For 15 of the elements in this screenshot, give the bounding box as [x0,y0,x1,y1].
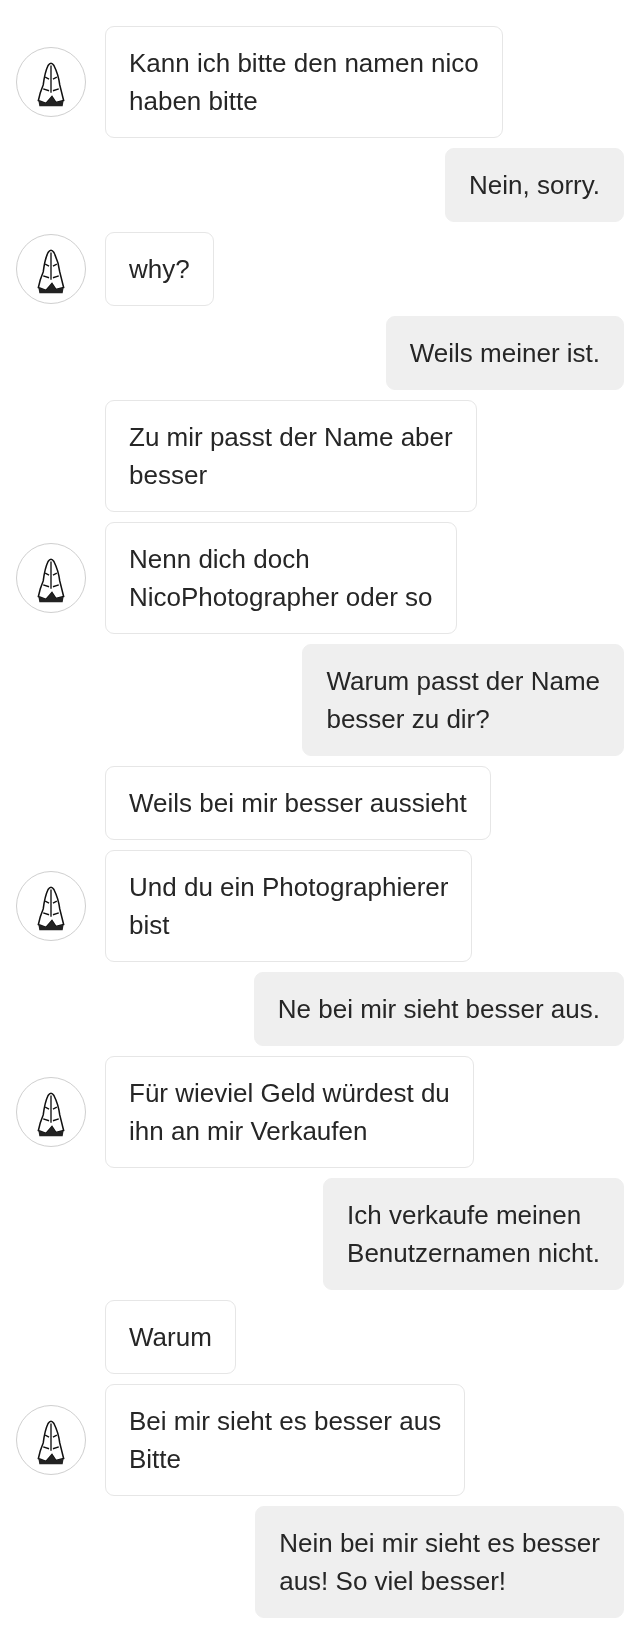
message-bubble: Warum passt der Name besser zu dir? [302,644,624,756]
message-bubble: Zu mir passt der Name aber besser [105,400,477,512]
message-bubble: why? [105,232,214,306]
message-bubble: Weils meiner ist. [385,316,624,390]
message-bubble: Für wieviel Geld würdest du ihn an mir Verkaufen [105,1056,474,1168]
message-bubble: Warum [105,1300,236,1374]
message-bubble: Kann ich bitte den namen nico haben bitte [105,26,503,138]
message-bubble: Und du ein Photographierer bist [105,850,473,962]
message-bubble: Nein, sorry. [445,148,624,222]
message-bubble: Weils bei mir besser aussieht [105,766,491,840]
message-bubble: Nein bei mir sieht es besser aus! So viel besser! [255,1506,624,1618]
message-bubble: Ich verkaufe meinen Benutzernamen nicht. [323,1178,624,1290]
message-bubble: Ne bei mir sieht besser aus. [253,972,624,1046]
message-bubble: Bei mir sieht es besser aus Bitte [105,1384,466,1496]
message-bubble: Nenn dich doch NicoPhotographer oder so [105,522,457,634]
